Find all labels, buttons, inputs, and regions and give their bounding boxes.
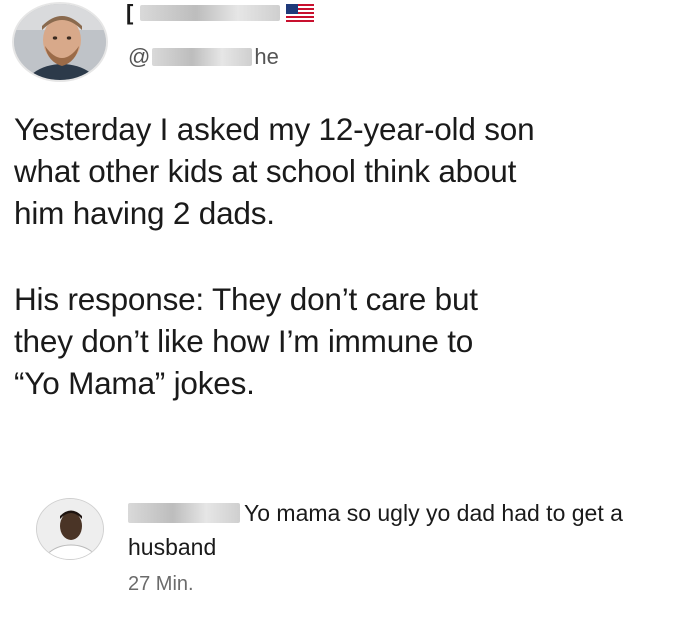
author-avatar-image <box>14 4 106 80</box>
comment-timestamp[interactable]: 27 Min. <box>128 573 194 596</box>
author-name-redaction <box>139 5 280 21</box>
post-body: Yesterday I asked my 12-year-old son wha… <box>14 108 690 404</box>
handle-suffix: he <box>254 44 279 69</box>
handle-prefix: @ <box>128 44 151 69</box>
us-flag-icon <box>285 4 314 22</box>
author-name-row[interactable]: [ <box>126 0 314 26</box>
author-handle[interactable]: @ he <box>128 42 279 72</box>
author-avatar[interactable] <box>12 2 108 82</box>
commenter-avatar-image <box>37 499 103 559</box>
post-header: [ @ he <box>0 0 700 90</box>
commenter-avatar[interactable] <box>36 498 104 560</box>
commenter-name-redaction <box>128 503 240 523</box>
post-paragraph-2: His response: They don’t care but they d… <box>14 281 478 401</box>
comment-text: Yo mama so ugly yo dad had to get a husb… <box>128 496 668 564</box>
comment: Yo mama so ugly yo dad had to get a husb… <box>0 490 700 610</box>
post-paragraph-1: Yesterday I asked my 12-year-old son wha… <box>14 111 535 231</box>
author-name[interactable]: [ <box>126 0 134 26</box>
handle-redaction <box>152 48 253 66</box>
